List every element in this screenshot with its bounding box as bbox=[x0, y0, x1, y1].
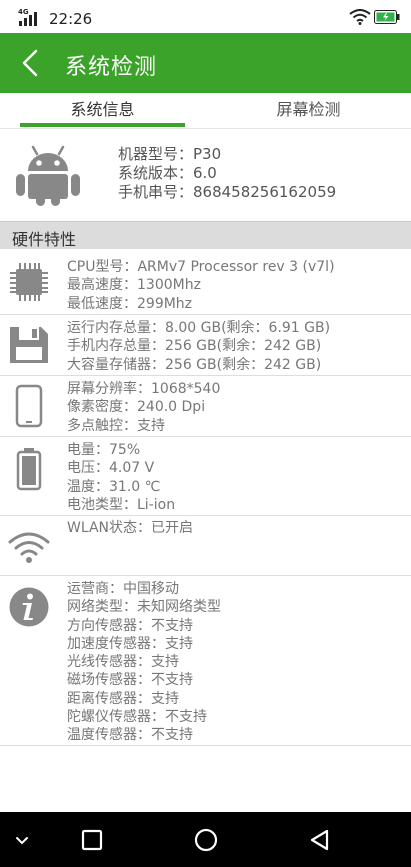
collapse-icon[interactable] bbox=[8, 826, 36, 854]
device-details: 机器型号：P30 系统版本：6.0 手机串号：868458256162059 bbox=[118, 145, 336, 202]
wlan-row: WLAN状态：已开启 bbox=[0, 516, 411, 576]
section-header: 硬件特性 bbox=[0, 221, 411, 249]
info-line: 最高速度：1300Mhz bbox=[67, 277, 201, 294]
recents-icon[interactable] bbox=[78, 826, 106, 854]
status-bar: 4G 22:26 bbox=[0, 0, 411, 33]
android-icon bbox=[16, 145, 80, 206]
signal-icon: 4G bbox=[18, 8, 37, 26]
cpu-details: CPU型号：ARMv7 Processor rev 3 (v7l) 最高速度：1… bbox=[67, 258, 335, 313]
battery-icon bbox=[16, 448, 42, 491]
info-line: 电池类型：Li-ion bbox=[67, 496, 176, 513]
info-icon bbox=[9, 587, 49, 627]
sensor-row: 运营商：中国移动 网络类型：未知网络类型 方向传感器：不支持 加速度传感器：支持… bbox=[0, 576, 411, 746]
battery-charging-icon bbox=[374, 10, 400, 24]
info-line: 多点触控：支持 bbox=[67, 417, 165, 434]
wifi-icon bbox=[8, 532, 50, 563]
device-version: 系统版本：6.0 bbox=[118, 164, 217, 182]
storage-details: 运行内存总量：8.00 GB(剩余：6.91 GB) 手机内存总量：256 GB… bbox=[67, 319, 330, 374]
info-line: 最低速度：299Mhz bbox=[67, 295, 193, 312]
info-line: 加速度传感器：支持 bbox=[67, 635, 193, 652]
info-line: 磁场传感器：不支持 bbox=[67, 672, 193, 689]
info-line: 电压：4.07 V bbox=[67, 460, 155, 477]
wlan-details: WLAN状态：已开启 bbox=[67, 519, 193, 537]
sensor-details: 运营商：中国移动 网络类型：未知网络类型 方向传感器：不支持 加速度传感器：支持… bbox=[67, 580, 221, 745]
screen-row: 屏幕分辨率：1068*540 像素密度：240.0 Dpi 多点触控：支持 bbox=[0, 376, 411, 437]
storage-row: 运行内存总量：8.00 GB(剩余：6.91 GB) 手机内存总量：256 GB… bbox=[0, 315, 411, 376]
tab-bar: 系统信息 屏幕检测 bbox=[0, 93, 411, 129]
clock: 22:26 bbox=[49, 10, 93, 28]
info-line: 大容量存储器：256 GB(剩余：242 GB) bbox=[67, 356, 322, 373]
home-icon[interactable] bbox=[192, 826, 220, 854]
info-line: 方向传感器：不支持 bbox=[67, 617, 193, 634]
svg-text:4G: 4G bbox=[18, 8, 29, 16]
wifi-icon bbox=[349, 9, 371, 25]
chevron-left-icon[interactable] bbox=[16, 48, 46, 78]
battery-details: 电量：75% 电压：4.07 V 温度：31.0 ℃ 电池类型：Li-ion bbox=[67, 441, 175, 514]
info-line: 温度：31.0 ℃ bbox=[67, 478, 161, 495]
info-line: 陀螺仪传感器：不支持 bbox=[67, 709, 207, 726]
cpu-icon bbox=[10, 263, 48, 301]
storage-icon bbox=[10, 327, 48, 363]
screen-details: 屏幕分辨率：1068*540 像素密度：240.0 Dpi 多点触控：支持 bbox=[67, 380, 220, 435]
info-line: 距离传感器：支持 bbox=[67, 690, 179, 707]
device-info: 机器型号：P30 系统版本：6.0 手机串号：868458256162059 bbox=[0, 129, 411, 221]
device-serial: 手机串号：868458256162059 bbox=[118, 183, 337, 201]
tab-indicator bbox=[20, 123, 185, 127]
info-line: 光线传感器：支持 bbox=[67, 654, 179, 671]
info-line: 运营商：中国移动 bbox=[67, 581, 179, 597]
battery-row: 电量：75% 电压：4.07 V 温度：31.0 ℃ 电池类型：Li-ion bbox=[0, 437, 411, 516]
info-line: 网络类型：未知网络类型 bbox=[67, 599, 221, 616]
tab-screen-test[interactable]: 屏幕检测 bbox=[206, 93, 411, 129]
back-icon[interactable] bbox=[306, 826, 334, 854]
cpu-row: CPU型号：ARMv7 Processor rev 3 (v7l) 最高速度：1… bbox=[0, 250, 411, 315]
info-line: 屏幕分辨率：1068*540 bbox=[67, 381, 221, 397]
device-model: 机器型号：P30 bbox=[118, 145, 222, 163]
page-title: 系统检测 bbox=[65, 55, 158, 80]
phone-screen-icon bbox=[15, 384, 43, 428]
app-header: 系统检测 bbox=[0, 33, 411, 93]
system-navbar bbox=[0, 812, 411, 867]
info-line: 手机内存总量：256 GB(剩余：242 GB) bbox=[67, 338, 322, 355]
info-line: 运行内存总量：8.00 GB(剩余：6.91 GB) bbox=[67, 320, 331, 336]
section-title: 硬件特性 bbox=[12, 230, 77, 249]
info-line: 温度传感器：不支持 bbox=[67, 727, 193, 744]
info-line: 电量：75% bbox=[67, 442, 141, 458]
info-line: CPU型号：ARMv7 Processor rev 3 (v7l) bbox=[67, 259, 335, 275]
info-line: 像素密度：240.0 Dpi bbox=[67, 399, 206, 416]
info-line: WLAN状态：已开启 bbox=[67, 520, 194, 536]
